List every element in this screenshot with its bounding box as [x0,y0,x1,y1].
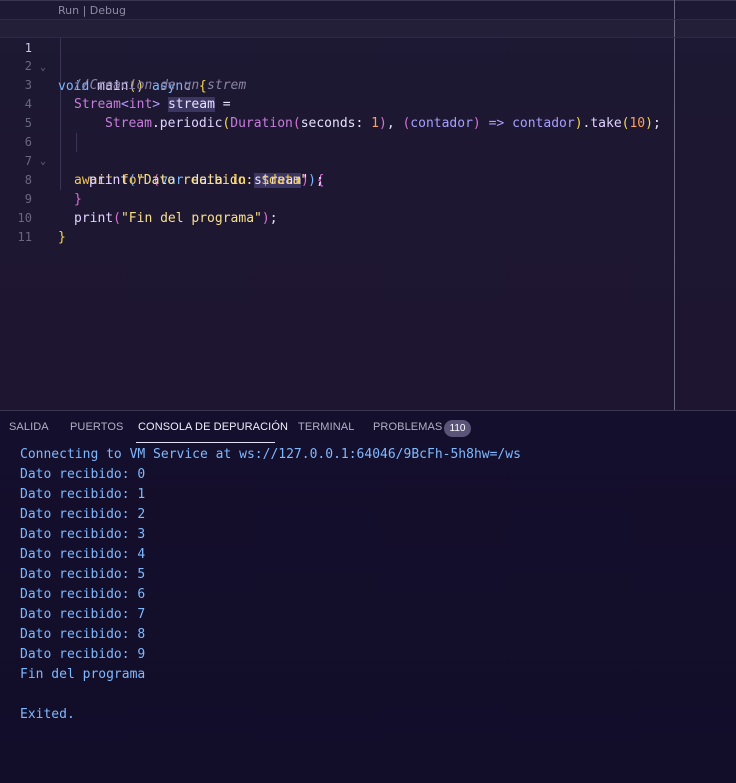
code-line-9[interactable]: 9 print("Fin del programa"); [0,171,736,226]
console-line: Dato recibido: 7 [20,607,146,622]
console-line: Connecting to VM Service at ws://127.0.0… [20,447,521,462]
code-line-1[interactable]: 1 ⌄ void main() async { [0,19,736,94]
console-line: Dato recibido: 4 [20,547,146,562]
tab-consola-depuracion[interactable]: CONSOLA DE DEPURACIÓN [138,421,288,433]
console-line: Dato recibido: 5 [20,567,146,582]
debug-console-output[interactable]: Connecting to VM Service at ws://127.0.0… [20,445,521,725]
code-line-11[interactable]: 11 [0,209,736,244]
problems-count-badge: 110 [444,420,471,437]
tab-salida[interactable]: SALIDA [9,421,49,433]
console-line: Exited. [20,707,75,722]
code-line-4[interactable]: 4 Stream.periodic(Duration(seconds: 1), … [0,76,736,131]
console-line: Dato recibido: 8 [20,627,146,642]
bottom-panel: SALIDA PUERTOS CONSOLA DE DEPURACIÓN TER… [0,410,736,783]
code-line-2[interactable]: 2 //Creacion de un strem [0,38,736,93]
active-tab-underline [136,442,275,443]
console-line: Dato recibido: 9 [20,647,146,662]
console-line: Dato recibido: 6 [20,587,146,602]
tab-puertos[interactable]: PUERTOS [70,421,123,433]
code-line-3[interactable]: 3 Stream<int> stream = [0,57,736,112]
code-line-5[interactable]: 5 [0,95,736,130]
code-line-7[interactable]: 7 print("Dato recibido: $data"); [0,133,736,188]
editor-top-border [0,0,736,1]
code-line-10[interactable]: 10 } [0,190,736,245]
line-number: 11 [17,230,32,244]
console-line: Dato recibido: 1 [20,487,146,502]
panel-tabs: SALIDA PUERTOS CONSOLA DE DEPURACIÓN TER… [0,411,736,445]
code-line-8[interactable]: 8 } [0,152,736,207]
code-line-6[interactable]: 6 ⌄ await for (var data in stream) { [0,114,736,188]
tab-problemas[interactable]: PROBLEMAS [373,421,442,433]
token-brace: } [58,230,66,245]
console-line: Dato recibido: 0 [20,467,146,482]
console-line: Dato recibido: 2 [20,507,146,522]
console-line: Fin del programa [20,667,146,682]
codelens-run-debug[interactable]: Run | Debug [58,4,126,17]
code-editor[interactable]: Run | Debug 1 ⌄ void main() async { 2 //… [0,0,736,410]
console-line: Dato recibido: 3 [20,527,146,542]
tab-terminal[interactable]: TERMINAL [298,421,354,433]
